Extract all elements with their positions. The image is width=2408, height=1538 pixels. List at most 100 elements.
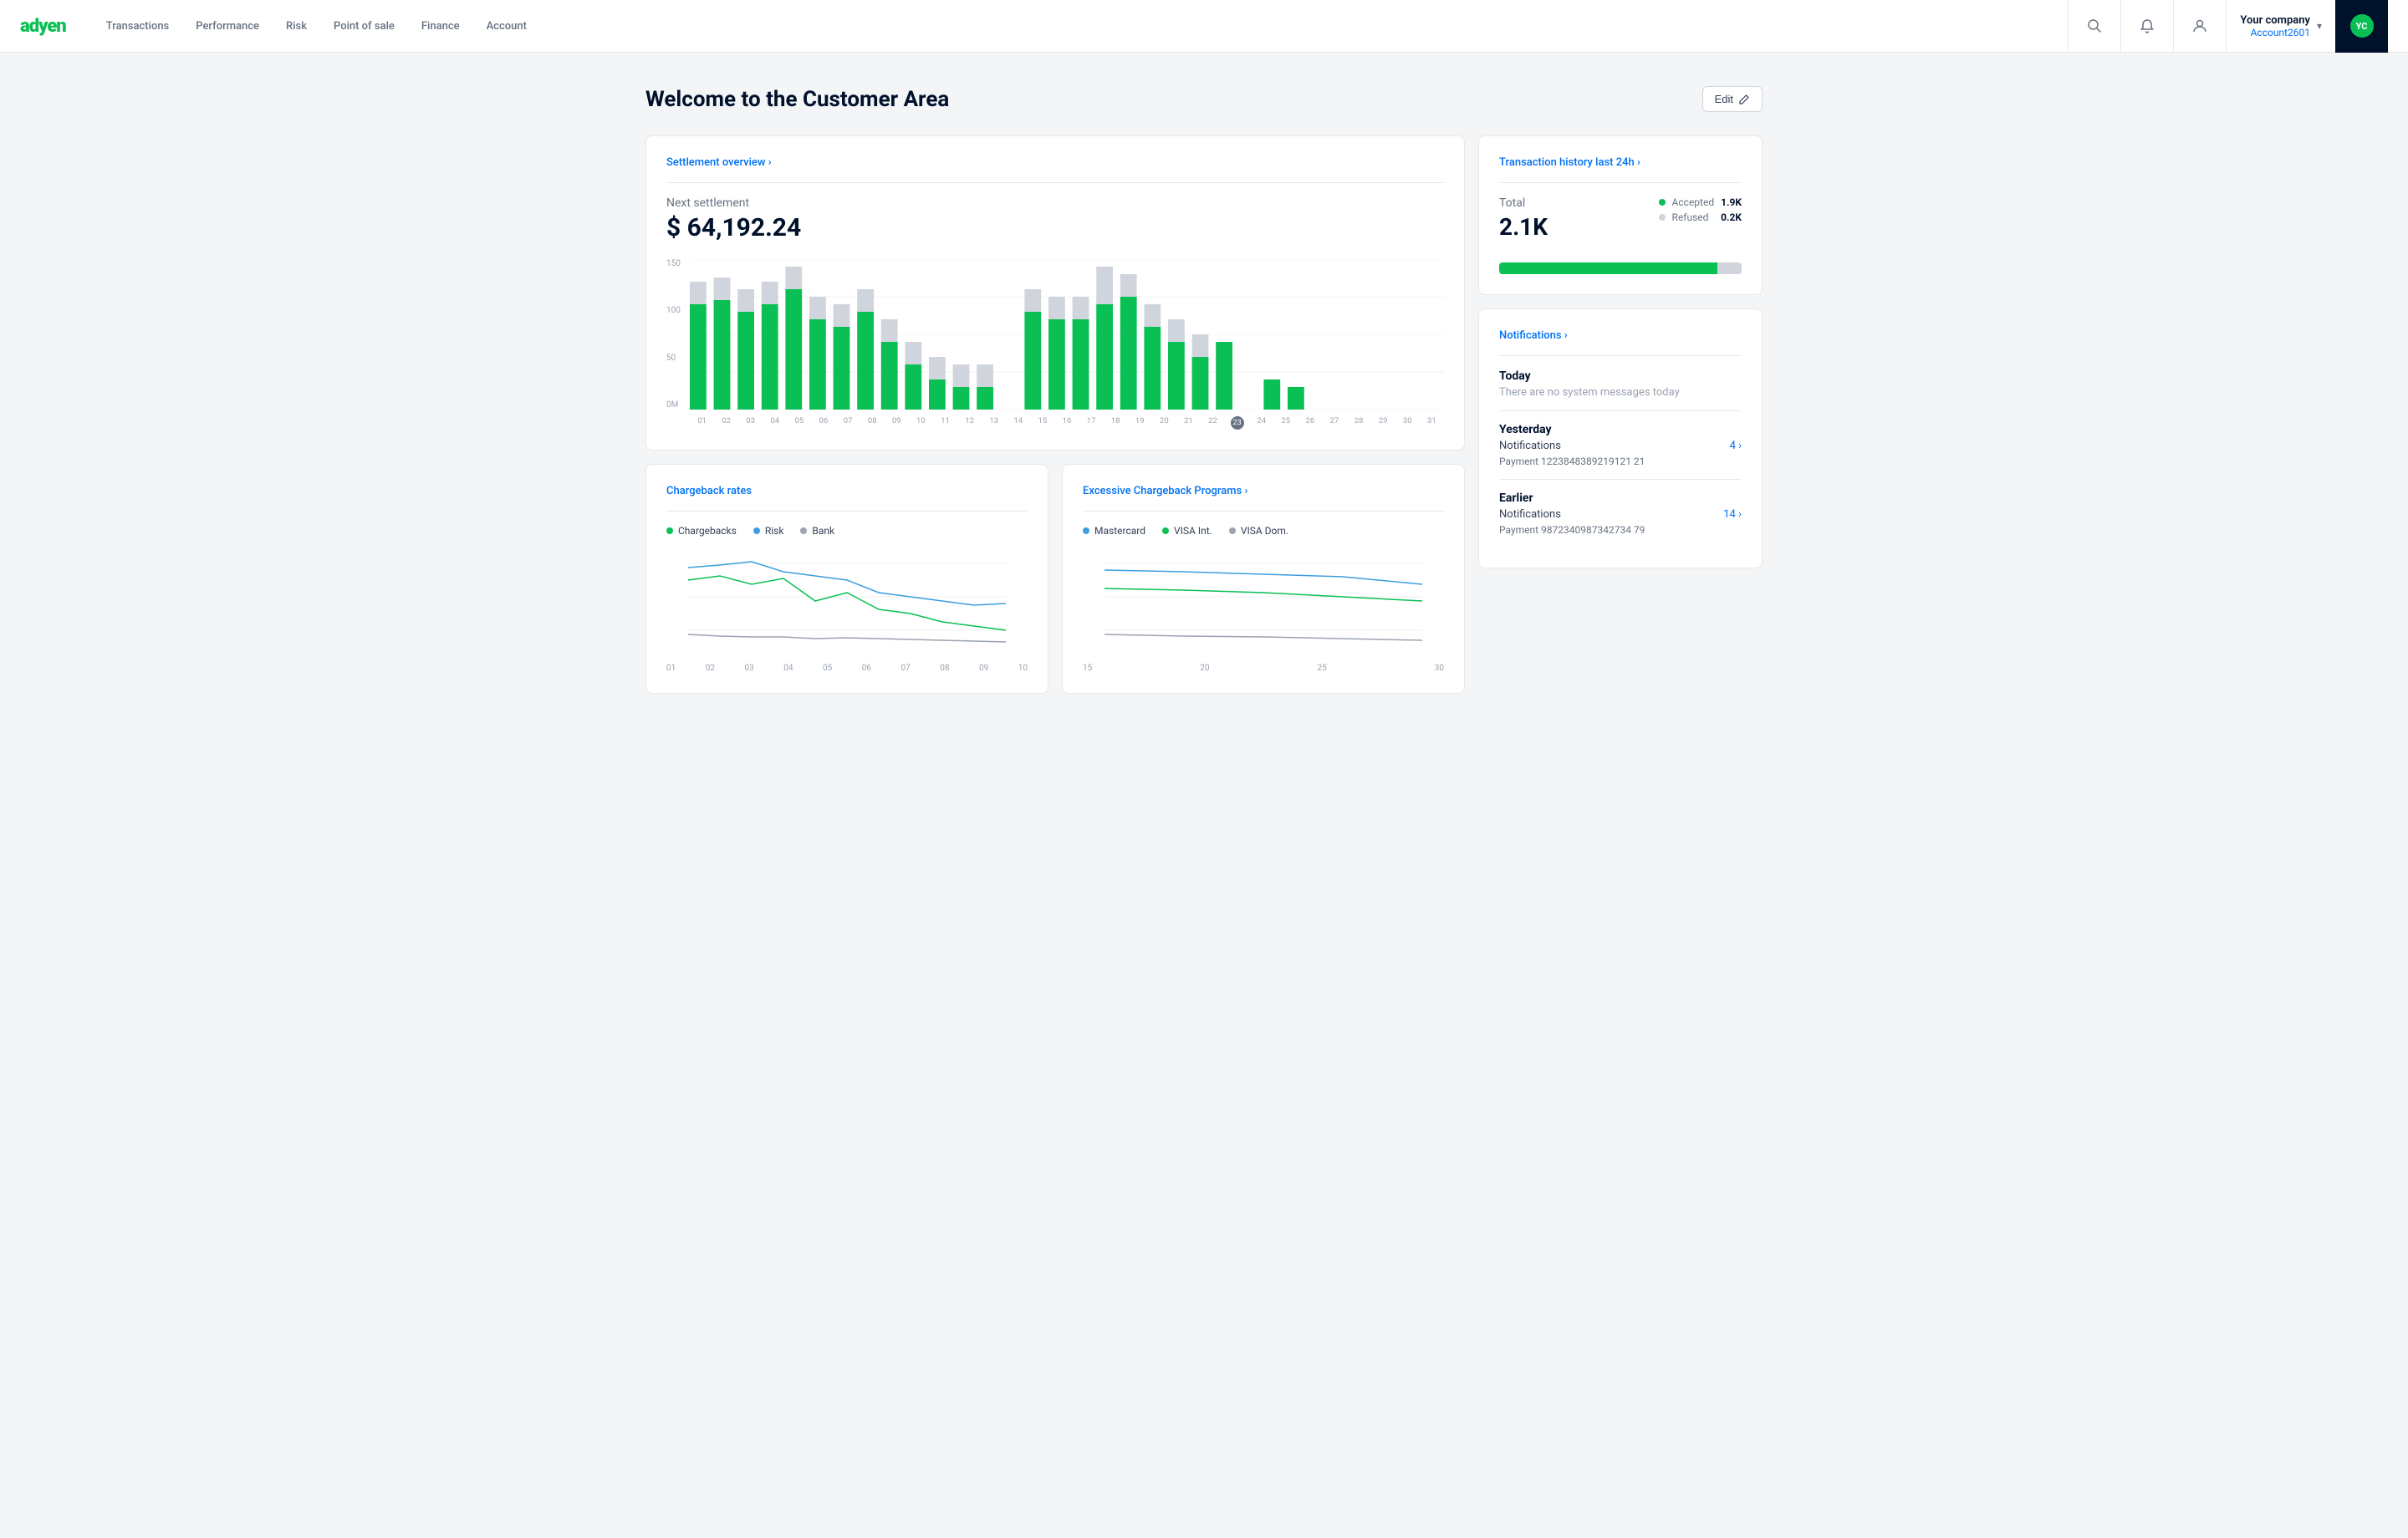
cb-x-01: 01 bbox=[666, 664, 676, 673]
chargeback-legend: Chargebacks Risk Bank bbox=[666, 525, 1028, 537]
chargebacks-label: Chargebacks bbox=[678, 525, 737, 537]
accepted-label: Accepted bbox=[1672, 196, 1715, 208]
nav-pos[interactable]: Point of sale bbox=[320, 0, 408, 53]
x-label-17: 17 bbox=[1079, 416, 1104, 430]
brand-logo[interactable]: adyen bbox=[20, 16, 66, 37]
next-settlement-label: Next settlement bbox=[666, 196, 1444, 210]
x-label-03: 03 bbox=[738, 416, 763, 430]
edit-button[interactable]: Edit bbox=[1702, 86, 1763, 112]
right-column: Transaction history last 24h › Total 2.1… bbox=[1478, 135, 1763, 694]
tx-card-title[interactable]: Transaction history last 24h › bbox=[1499, 156, 1742, 169]
account-id: Account2601 bbox=[2240, 27, 2310, 38]
account-selector[interactable]: Your company Account2601 ▾ bbox=[2226, 0, 2335, 53]
tx-content: Total 2.1K Accepted 1.9K Refused 0.2K bbox=[1499, 196, 1742, 251]
earlier-notif-header: Notifications 14 › bbox=[1499, 508, 1742, 521]
user-button[interactable] bbox=[2173, 0, 2226, 53]
bank-label: Bank bbox=[812, 525, 834, 537]
yesterday-payment: Payment 1223848389219121 21 bbox=[1499, 456, 1742, 467]
nav-finance[interactable]: Finance bbox=[408, 0, 473, 53]
search-button[interactable] bbox=[2068, 0, 2120, 53]
cb-x-07: 07 bbox=[901, 664, 911, 673]
cb-x-10: 10 bbox=[1018, 664, 1028, 673]
x-label-07: 07 bbox=[836, 416, 860, 430]
cb-x-03: 03 bbox=[745, 664, 754, 673]
earlier-label: Earlier bbox=[1499, 491, 1742, 505]
ex-x-30: 30 bbox=[1435, 664, 1444, 673]
bottom-row: Chargeback rates Chargebacks Risk bbox=[645, 464, 1465, 694]
bar-chart-svg bbox=[690, 259, 1444, 410]
x-label-29: 29 bbox=[1371, 416, 1395, 430]
y-label-50: 50 bbox=[666, 354, 681, 363]
settlement-bar-chart: 150 100 50 0M bbox=[666, 259, 1444, 430]
cb-x-04: 04 bbox=[783, 664, 793, 673]
today-label: Today bbox=[1499, 369, 1742, 383]
x-label-25: 25 bbox=[1273, 416, 1298, 430]
settlement-card: Settlement overview › Next settlement $ … bbox=[645, 135, 1465, 451]
nav-risk[interactable]: Risk bbox=[273, 0, 320, 53]
tx-progress-bar bbox=[1499, 262, 1742, 274]
refused-bar bbox=[1717, 262, 1742, 274]
tx-left: Total 2.1K bbox=[1499, 196, 1548, 251]
user-avatar-button[interactable]: YC bbox=[2335, 0, 2388, 53]
chargeback-x-labels: 01 02 03 04 05 06 07 08 09 10 bbox=[666, 664, 1028, 673]
no-messages-text: There are no system messages today bbox=[1499, 386, 1742, 399]
yesterday-notif-count[interactable]: 4 › bbox=[1730, 440, 1742, 452]
x-label-18: 18 bbox=[1104, 416, 1128, 430]
notif-today-section: Today There are no system messages today bbox=[1499, 369, 1742, 410]
excessive-chargeback-card: Excessive Chargeback Programs › Masterca… bbox=[1062, 464, 1465, 694]
legend-visa-dom: VISA Dom. bbox=[1229, 525, 1288, 537]
excessive-chargeback-chart bbox=[1083, 547, 1444, 655]
legend-mastercard: Mastercard bbox=[1083, 525, 1145, 537]
x-label-30: 30 bbox=[1395, 416, 1420, 430]
main-content: Welcome to the Customer Area Edit Settle… bbox=[619, 53, 1789, 727]
edit-label: Edit bbox=[1715, 93, 1733, 105]
x-label-22: 22 bbox=[1201, 416, 1225, 430]
x-label-12: 12 bbox=[957, 416, 982, 430]
yesterday-label: Yesterday bbox=[1499, 423, 1742, 436]
nav-account[interactable]: Account bbox=[473, 0, 540, 53]
x-label-06: 06 bbox=[811, 416, 835, 430]
chargeback-card: Chargeback rates Chargebacks Risk bbox=[645, 464, 1048, 694]
refused-value: 0.2K bbox=[1721, 211, 1742, 223]
settlement-card-title[interactable]: Settlement overview › bbox=[666, 156, 1444, 169]
x-label-05: 05 bbox=[787, 416, 811, 430]
x-label-13: 13 bbox=[982, 416, 1006, 430]
visa-int-dot bbox=[1162, 527, 1169, 534]
tx-legend: Accepted 1.9K Refused 0.2K bbox=[1659, 196, 1742, 223]
notifications-card-title[interactable]: Notifications › bbox=[1499, 329, 1742, 342]
risk-label: Risk bbox=[765, 525, 784, 537]
chargeback-title[interactable]: Chargeback rates bbox=[666, 485, 1028, 497]
cb-x-09: 09 bbox=[979, 664, 988, 673]
main-nav: Transactions Performance Risk Point of s… bbox=[93, 0, 2069, 53]
earlier-notif-count[interactable]: 14 › bbox=[1723, 508, 1742, 521]
ex-x-15: 15 bbox=[1083, 664, 1092, 673]
cb-x-08: 08 bbox=[940, 664, 949, 673]
bell-icon bbox=[2140, 18, 2155, 33]
notifications-button[interactable] bbox=[2120, 0, 2173, 53]
left-column: Settlement overview › Next settlement $ … bbox=[645, 135, 1465, 694]
accepted-value: 1.9K bbox=[1721, 196, 1742, 208]
mastercard-label: Mastercard bbox=[1094, 525, 1145, 537]
nav-performance[interactable]: Performance bbox=[182, 0, 273, 53]
page-title: Welcome to the Customer Area bbox=[645, 87, 949, 112]
transaction-history-card: Transaction history last 24h › Total 2.1… bbox=[1478, 135, 1763, 295]
x-label-16: 16 bbox=[1054, 416, 1079, 430]
y-label-0: 0M bbox=[666, 400, 681, 410]
legend-visa-int: VISA Int. bbox=[1162, 525, 1212, 537]
x-label-11: 11 bbox=[933, 416, 957, 430]
bar-chart-svg-wrapper bbox=[690, 259, 1444, 413]
excessive-chargeback-title[interactable]: Excessive Chargeback Programs › bbox=[1083, 485, 1444, 497]
x-label-27: 27 bbox=[1322, 416, 1346, 430]
accepted-bar bbox=[1499, 262, 1717, 274]
avatar: YC bbox=[2350, 14, 2374, 38]
tx-refused-item: Refused 0.2K bbox=[1659, 211, 1742, 223]
legend-chargebacks: Chargebacks bbox=[666, 525, 737, 537]
tx-total-value: 2.1K bbox=[1499, 213, 1548, 241]
chevron-down-icon: ▾ bbox=[2317, 20, 2322, 32]
nav-transactions[interactable]: Transactions bbox=[93, 0, 183, 53]
dashboard-grid: Settlement overview › Next settlement $ … bbox=[645, 135, 1763, 694]
yesterday-notif-header: Notifications 4 › bbox=[1499, 440, 1742, 452]
notif-earlier-section: Earlier Notifications 14 › Payment 98723… bbox=[1499, 479, 1742, 547]
edit-icon bbox=[1738, 94, 1750, 105]
y-label-100: 100 bbox=[666, 306, 681, 315]
